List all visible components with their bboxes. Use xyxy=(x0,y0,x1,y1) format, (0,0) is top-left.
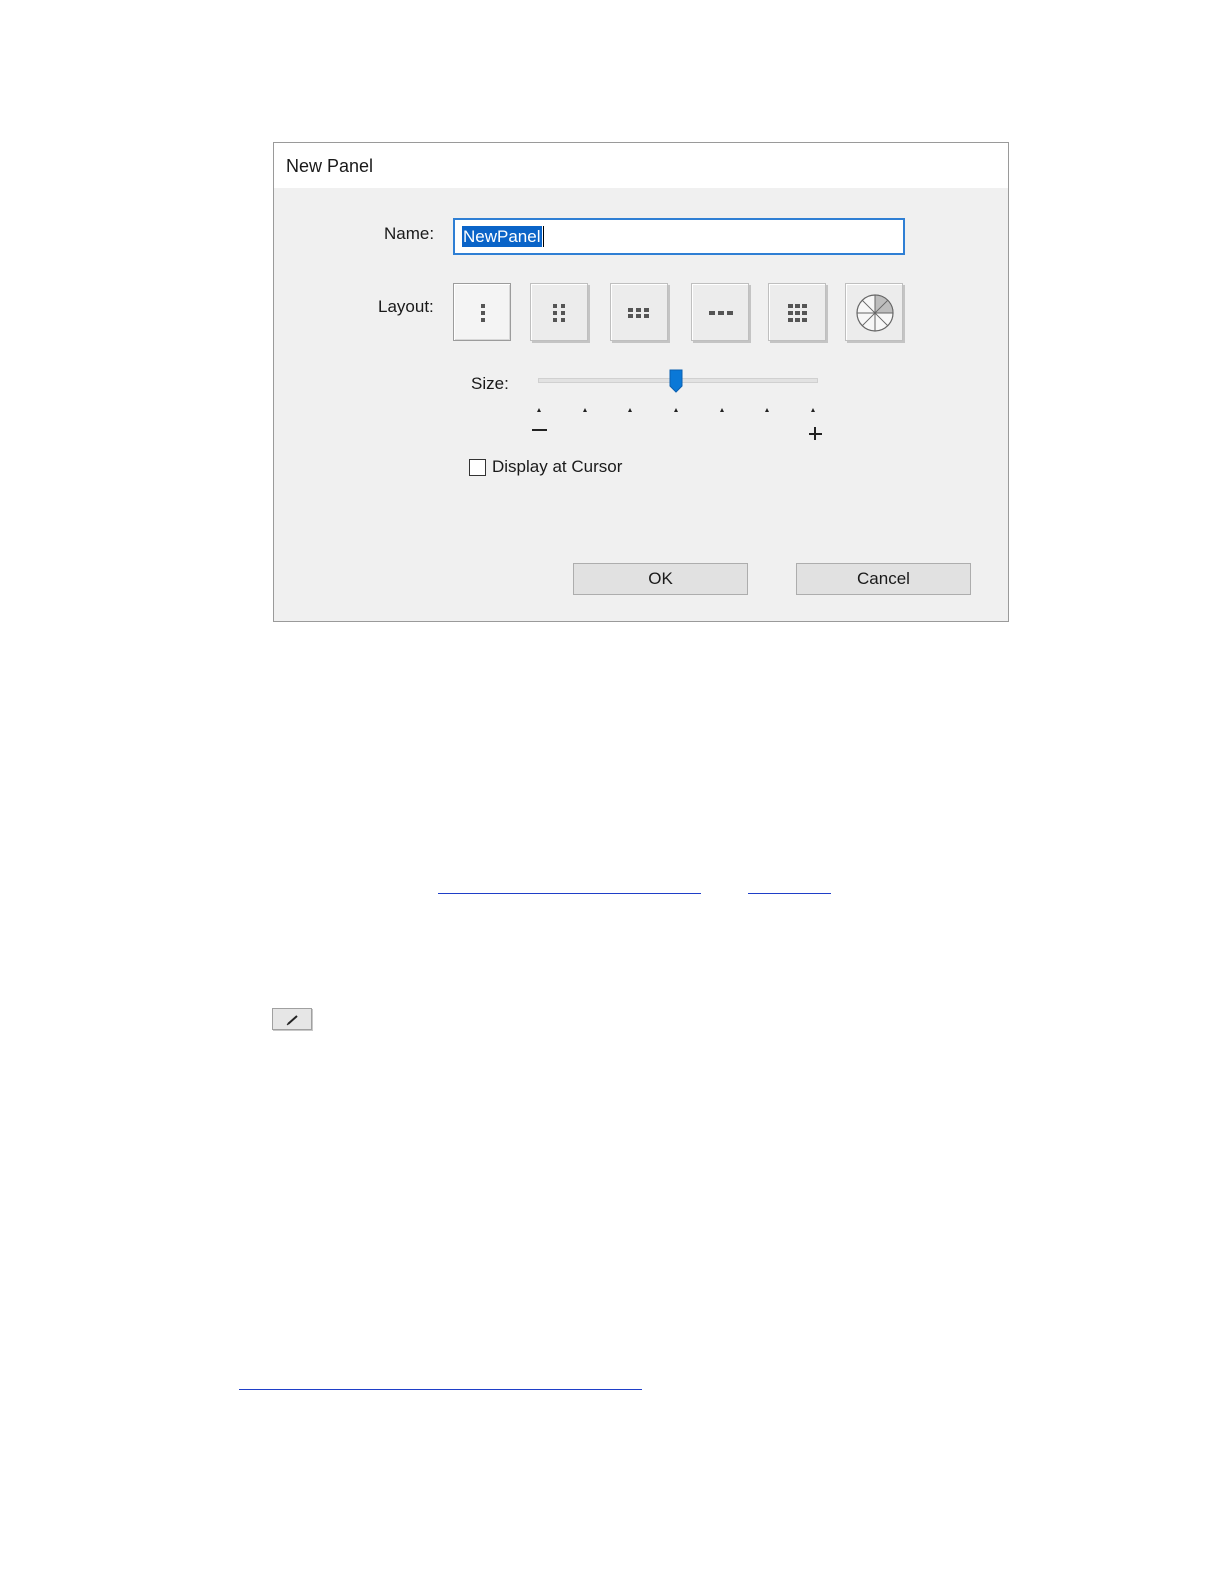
display-at-cursor-label[interactable]: Display at Cursor xyxy=(492,457,622,477)
cancel-button[interactable]: Cancel xyxy=(796,563,971,595)
layout-radial-button[interactable] xyxy=(845,283,903,341)
display-at-cursor-checkbox[interactable] xyxy=(469,459,486,476)
slider-tick xyxy=(537,408,541,412)
grid-icon xyxy=(788,304,807,322)
dialog-titlebar[interactable]: New Panel xyxy=(274,143,1008,188)
layout-grid-button[interactable] xyxy=(768,283,826,341)
name-input-selected-text: NewPanel xyxy=(462,226,542,247)
slider-tick xyxy=(582,408,587,412)
single-column-icon xyxy=(481,304,485,322)
size-decrease-icon xyxy=(532,429,547,431)
slider-tick xyxy=(674,408,678,412)
single-row-icon xyxy=(709,311,733,315)
name-input[interactable]: NewPanel xyxy=(453,218,905,255)
size-increase-icon-stroke xyxy=(814,427,816,440)
pencil-icon xyxy=(286,1015,298,1026)
hyperlink-3[interactable] xyxy=(239,1389,642,1390)
slider-tick xyxy=(811,408,815,412)
size-slider-thumb[interactable] xyxy=(669,369,683,393)
layout-two-column-button[interactable] xyxy=(530,283,588,341)
hyperlink-1[interactable] xyxy=(438,893,701,894)
layout-three-column-button[interactable] xyxy=(610,283,668,341)
slider-tick xyxy=(719,408,724,412)
layout-label: Layout: xyxy=(378,297,434,316)
slider-tick xyxy=(765,408,770,412)
two-column-grid-icon xyxy=(553,304,565,322)
dialog-title: New Panel xyxy=(286,156,374,176)
name-label: Name: xyxy=(384,224,435,243)
radial-pie-icon xyxy=(856,294,894,332)
edit-button[interactable] xyxy=(272,1008,312,1030)
size-label: Size: xyxy=(471,374,509,393)
new-panel-dialog: New Panel Name: NewPanel Layout: Size: D… xyxy=(273,142,1009,622)
slider-tick xyxy=(628,408,633,412)
text-caret xyxy=(543,226,544,247)
layout-single-column-button[interactable] xyxy=(453,283,511,341)
ok-button[interactable]: OK xyxy=(573,563,748,595)
hyperlink-2[interactable] xyxy=(748,893,831,894)
layout-single-row-button[interactable] xyxy=(691,283,749,341)
three-column-grid-icon xyxy=(628,308,649,318)
